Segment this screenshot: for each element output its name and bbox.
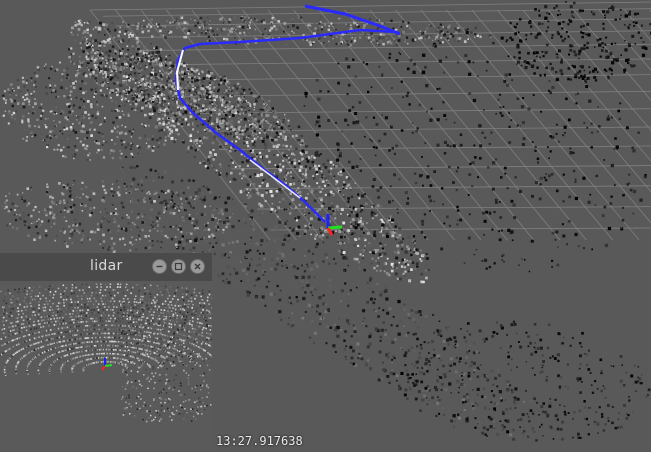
close-icon[interactable] xyxy=(190,259,205,274)
minimize-icon[interactable] xyxy=(152,259,167,274)
lidar-window[interactable]: lidar xyxy=(0,253,212,452)
lidar-window-title: lidar xyxy=(90,258,123,274)
lidar-scan-view[interactable] xyxy=(0,281,212,452)
maximize-icon[interactable] xyxy=(171,259,186,274)
lidar-scan-cloud xyxy=(0,281,212,452)
timestamp-overlay: 13:27.917638 xyxy=(216,434,303,448)
lidar-window-titlebar[interactable]: lidar xyxy=(0,253,212,282)
